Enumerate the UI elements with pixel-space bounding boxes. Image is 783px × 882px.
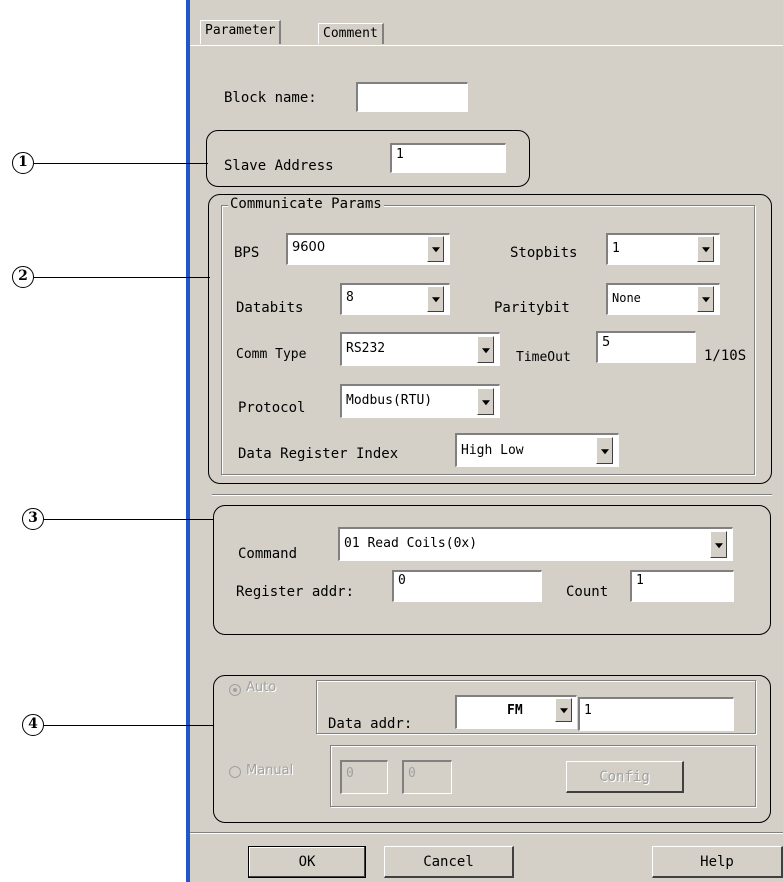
marker-3-line [44, 519, 214, 520]
protocol-select[interactable]: Modbus(RTU) [340, 384, 500, 418]
ok-button[interactable]: OK [248, 846, 366, 878]
databits-label: Databits [236, 300, 304, 316]
protocol-label: Protocol [238, 400, 306, 416]
bps-dropdown-arrow-icon[interactable] [427, 236, 444, 262]
paritybit-dropdown-arrow-icon[interactable] [697, 286, 714, 312]
communicate-params-title: Communicate Params [228, 196, 384, 212]
data-addr-input[interactable]: 1 [578, 697, 734, 731]
data-register-index-select[interactable]: High Low [455, 433, 619, 467]
command-select[interactable]: 01 Read Coils(0x) [338, 527, 733, 561]
paritybit-label: Paritybit [494, 300, 570, 316]
comm-type-dropdown-arrow-icon[interactable] [477, 336, 494, 363]
marker-2: 2 [12, 266, 34, 288]
timeout-unit: 1/10S [704, 348, 747, 364]
marker-4-line [44, 725, 214, 726]
auto-radio[interactable] [229, 684, 241, 696]
cancel-button[interactable]: Cancel [384, 846, 514, 878]
comm-type-label: Comm Type [236, 347, 307, 362]
comm-type-select[interactable]: RS232 [340, 332, 500, 366]
data-addr-label: Data addr: [328, 716, 413, 732]
command-dropdown-arrow-icon[interactable] [710, 531, 727, 558]
manual-field-2[interactable]: 0 [402, 760, 452, 794]
marker-3: 3 [22, 508, 44, 530]
bps-select[interactable]: 9600 [286, 233, 450, 265]
manual-label: Manual [246, 763, 294, 778]
slave-address-input[interactable]: 1 [390, 143, 506, 173]
register-addr-input[interactable]: 0 [392, 570, 542, 602]
tab-parameter[interactable]: Parameter [200, 20, 282, 44]
help-button[interactable]: Help [652, 846, 783, 878]
bps-label: BPS [234, 245, 260, 261]
auto-label: Auto [246, 680, 277, 695]
databits-dropdown-arrow-icon[interactable] [427, 286, 444, 312]
manual-radio[interactable] [229, 766, 241, 778]
command-label: Command [238, 546, 298, 562]
tab-parameter-label: Parameter [205, 23, 276, 38]
count-label: Count [566, 584, 609, 600]
protocol-dropdown-arrow-icon[interactable] [477, 388, 494, 415]
block-name-label: Block name: [224, 90, 317, 106]
manual-frame [330, 745, 756, 807]
section-separator [212, 494, 772, 496]
register-addr-label: Register addr: [236, 584, 355, 600]
marker-4: 4 [22, 714, 44, 736]
timeout-input[interactable]: 5 [596, 331, 696, 363]
data-addr-type-dropdown-arrow-icon[interactable] [555, 698, 572, 722]
manual-field-1[interactable]: 0 [340, 760, 388, 794]
block-name-input[interactable] [356, 82, 468, 112]
marker-2-line [34, 277, 210, 278]
tab-comment-label: Comment [323, 26, 378, 41]
marker-1-line [34, 163, 208, 164]
marker-1: 1 [12, 152, 34, 174]
count-input[interactable]: 1 [630, 570, 734, 602]
config-button[interactable]: Config [566, 761, 684, 793]
tab-strip-line [190, 45, 783, 46]
data-register-index-label: Data Register Index [238, 446, 399, 462]
bottom-separator [190, 832, 783, 834]
slave-address-label: Slave Address [224, 158, 334, 174]
tab-comment[interactable]: Comment [318, 23, 384, 44]
data-register-index-dropdown-arrow-icon[interactable] [596, 437, 613, 464]
stopbits-label: Stopbits [510, 245, 578, 261]
timeout-label: TimeOut [516, 350, 571, 365]
stopbits-dropdown-arrow-icon[interactable] [697, 236, 714, 262]
